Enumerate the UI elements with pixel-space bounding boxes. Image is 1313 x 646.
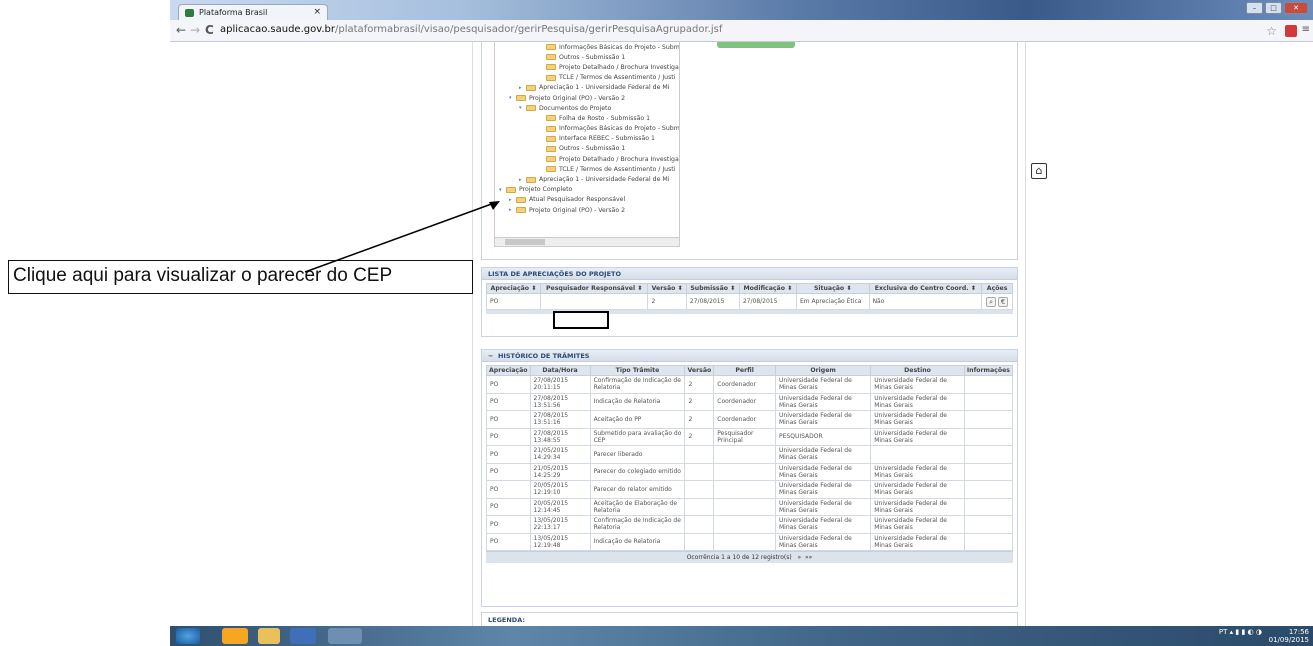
system-tray: PT ▴ ▮ ▮ ◐ ◑ 17:56 01/09/2015 (1218, 628, 1309, 644)
tray-lang: PT (1218, 628, 1228, 636)
taskbar-app-media[interactable] (222, 628, 248, 644)
tray-time: 17:56 (1288, 628, 1309, 636)
windows-taskbar: PT ▴ ▮ ▮ ◐ ◑ 17:56 01/09/2015 (170, 626, 1313, 646)
annotation-arrow (304, 201, 500, 273)
taskbar-app-explorer[interactable] (258, 628, 280, 644)
tray-date: 01/09/2015 (1268, 636, 1309, 644)
start-button[interactable] (176, 628, 200, 644)
taskbar-app-word[interactable] (290, 628, 316, 644)
taskbar-app-chrome[interactable] (328, 628, 362, 644)
